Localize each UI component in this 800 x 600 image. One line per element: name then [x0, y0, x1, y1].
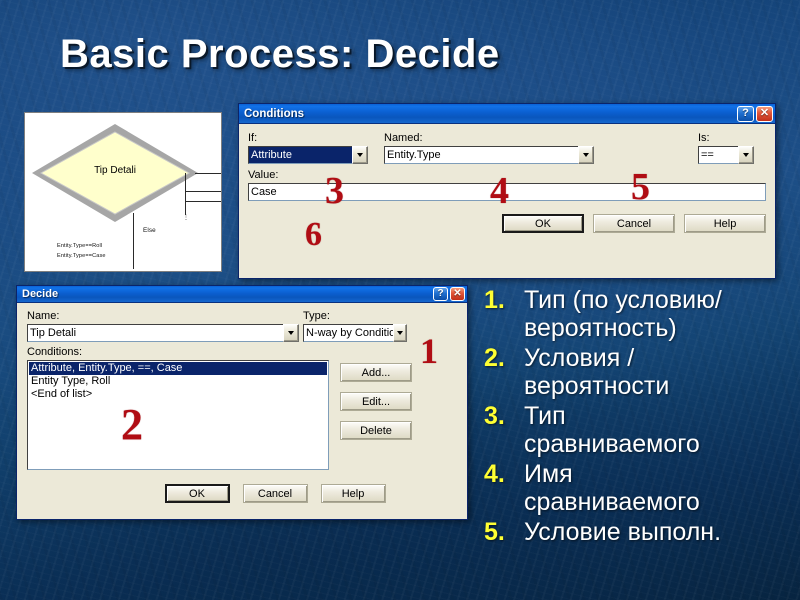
condition-label-roll: Entity.Type==Roll	[57, 243, 103, 249]
conditions-listbox[interactable]: Attribute, Entity.Type, ==, Case Entity …	[27, 360, 329, 470]
if-group: If: Attribute	[248, 132, 368, 164]
name-group: Name: Tip Detali	[27, 310, 299, 342]
is-value[interactable]: ==	[698, 146, 738, 164]
list-item-1: 1. Тип (по условию/ вероятность)	[484, 286, 796, 342]
named-value[interactable]: Entity.Type	[384, 146, 578, 164]
help-button[interactable]: Help	[684, 214, 766, 233]
named-group: Named: Entity.Type	[384, 132, 594, 164]
diamond-label: Tip Detali	[94, 165, 136, 176]
ellipsis-dots: ⋮	[183, 215, 189, 221]
list-item-3: 3. Тип сравниваемого	[484, 402, 796, 458]
if-value[interactable]: Attribute	[248, 146, 352, 164]
if-label: If:	[248, 132, 258, 144]
edit-button[interactable]: Edit...	[340, 392, 412, 411]
name-value-text: Tip Detali	[30, 327, 77, 339]
chevron-down-icon[interactable]	[578, 146, 594, 164]
list-item-2: 2. Условия / вероятности	[484, 344, 796, 400]
close-icon[interactable]: ✕	[756, 105, 773, 122]
decide-title: Decide	[22, 288, 59, 300]
named-combo[interactable]: Entity.Type	[384, 146, 594, 164]
conditions-label: Conditions:	[27, 346, 83, 358]
value-label: Value:	[248, 169, 279, 181]
conditions-body: If: Attribute Named: Entity.Type Is: == …	[239, 124, 775, 252]
flowchart-image: Tip Detali ⋮ Else Entity.Type==Roll Enti…	[24, 112, 222, 272]
else-label: Else	[143, 227, 156, 234]
decision-diamond: Tip Detali	[29, 121, 201, 225]
conditions-side-buttons: Add... Edit... Delete	[340, 360, 412, 470]
help-icon[interactable]: ?	[433, 287, 448, 301]
help-icon[interactable]: ?	[737, 105, 754, 122]
conditions-titlebar[interactable]: Conditions ? ✕	[239, 104, 775, 124]
add-button[interactable]: Add...	[340, 363, 412, 382]
list-text: Тип (по условию/ вероятность)	[524, 286, 722, 342]
list-item[interactable]: Attribute, Entity.Type, ==, Case	[29, 362, 327, 375]
decide-button-row: OK Cancel Help	[27, 484, 457, 503]
close-icon[interactable]: ✕	[450, 287, 465, 301]
chevron-down-icon[interactable]	[738, 146, 754, 164]
is-group: Is: ==	[698, 132, 754, 164]
ok-button[interactable]: OK	[164, 484, 230, 503]
is-combo[interactable]: ==	[698, 146, 754, 164]
condition-label-case: Entity.Type==Case	[57, 253, 106, 259]
if-combo[interactable]: Attribute	[248, 146, 368, 164]
numbered-list: 1. Тип (по условию/ вероятность) 2. Усло…	[484, 286, 796, 548]
type-group: Type: N-way by Condition	[303, 310, 407, 342]
list-text: Условие выполн.	[524, 518, 722, 546]
conditions-dialog[interactable]: Conditions ? ✕ If: Attribute Named: Enti…	[238, 103, 776, 279]
list-number: 5.	[484, 518, 505, 546]
is-label: Is:	[698, 132, 710, 144]
list-number: 1.	[484, 286, 505, 314]
conditions-button-row: OK Cancel Help	[248, 214, 766, 233]
cancel-button[interactable]: Cancel	[242, 484, 308, 503]
connector-branch-1	[185, 191, 221, 192]
list-text: Имя сравниваемого	[524, 460, 700, 516]
type-value[interactable]: N-way by Condition	[303, 324, 393, 342]
decide-titlebar[interactable]: Decide ? ✕	[17, 286, 467, 303]
decide-body: Name: Tip Detali Type: N-way by Conditio…	[17, 303, 467, 511]
decide-dialog[interactable]: Decide ? ✕ Name: Tip Detali Type: N-way …	[16, 285, 468, 520]
list-item-5: 5. Условие выполн.	[484, 518, 796, 546]
delete-button[interactable]: Delete	[340, 421, 412, 440]
name-combo[interactable]: Tip Detali	[27, 324, 299, 342]
chevron-down-icon[interactable]	[283, 324, 299, 342]
type-label: Type:	[303, 310, 330, 322]
list-item[interactable]: Entity Type, Roll	[29, 375, 327, 388]
list-text: Тип сравниваемого	[524, 402, 700, 458]
list-number: 3.	[484, 402, 505, 430]
slide-canvas: Basic Process: Decide Tip Detali ⋮ Else …	[0, 0, 800, 600]
chevron-down-icon[interactable]	[392, 324, 407, 342]
name-label: Name:	[27, 310, 60, 322]
value-group: Value: Case	[248, 169, 766, 201]
value-input[interactable]: Case	[248, 183, 766, 201]
page-title: Basic Process: Decide	[60, 32, 500, 76]
list-text: Условия / вероятности	[524, 344, 670, 400]
conditions-title: Conditions	[244, 107, 305, 120]
type-combo[interactable]: N-way by Condition	[303, 324, 407, 342]
connector-branch-2	[185, 201, 221, 202]
connector-right-stub	[195, 173, 221, 174]
help-button[interactable]: Help	[320, 484, 386, 503]
connector-else	[133, 213, 134, 269]
list-number: 2.	[484, 344, 505, 372]
list-number: 4.	[484, 460, 505, 488]
chevron-down-icon[interactable]	[352, 146, 368, 164]
ok-button[interactable]: OK	[502, 214, 584, 233]
cancel-button[interactable]: Cancel	[593, 214, 675, 233]
value-text: Case	[251, 186, 277, 198]
list-item[interactable]: <End of list>	[29, 388, 327, 401]
name-value[interactable]: Tip Detali	[27, 324, 283, 342]
connector-vertical	[185, 173, 186, 215]
named-label: Named:	[384, 132, 423, 144]
list-item-4: 4. Имя сравниваемого	[484, 460, 796, 516]
